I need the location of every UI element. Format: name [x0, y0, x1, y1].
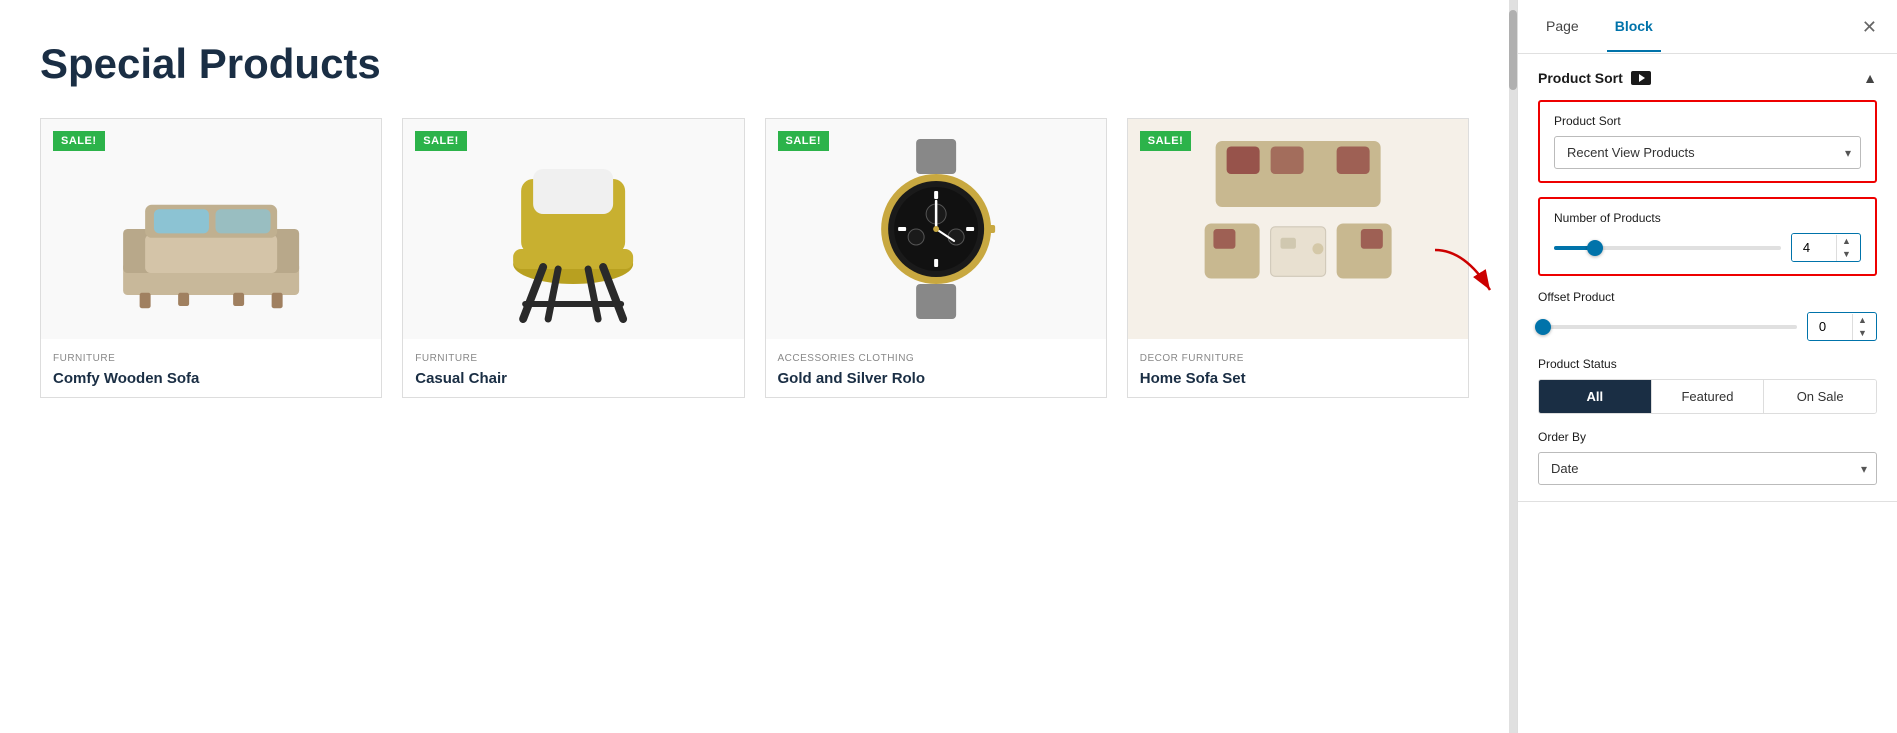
- tab-page[interactable]: Page: [1538, 2, 1587, 52]
- product-image-wrapper: SALE!: [766, 119, 1106, 339]
- product-sort-red-box: Product Sort Recent View Products All Pr…: [1538, 100, 1877, 183]
- product-category: DECOR FURNITURE: [1140, 353, 1456, 364]
- sale-badge: SALE!: [53, 131, 105, 151]
- product-name: Casual Chair: [415, 370, 731, 387]
- number-of-products-red-box: Number of Products ▲ ▼: [1538, 197, 1877, 276]
- sale-badge: SALE!: [778, 131, 830, 151]
- offset-slider-wrapper: [1538, 317, 1797, 337]
- status-buttons-group: All Featured On Sale: [1538, 379, 1877, 414]
- number-slider-wrapper: [1554, 238, 1781, 258]
- order-by-label: Order By: [1538, 430, 1877, 444]
- sale-badge: SALE!: [1140, 131, 1192, 151]
- product-sort-section: Product Sort ▲ Product Sort Recent View …: [1518, 54, 1897, 502]
- offset-spinner-up-button[interactable]: ▲: [1853, 314, 1872, 327]
- product-name: Gold and Silver Rolo: [778, 370, 1094, 387]
- product-name: Home Sofa Set: [1140, 370, 1456, 387]
- right-panel: Page Block ✕ Product Sort ▲ Product Sort…: [1517, 0, 1897, 733]
- product-card: SALE!: [1127, 118, 1469, 398]
- product-status-label: Product Status: [1538, 357, 1877, 371]
- products-grid: SALE!: [40, 118, 1469, 398]
- offset-product-block: Offset Product ▲ ▼: [1538, 290, 1877, 341]
- order-by-select-wrapper: Date Price Name Rating ▾: [1538, 452, 1877, 485]
- offset-input[interactable]: [1808, 313, 1852, 340]
- panel-tabs: Page Block ✕: [1518, 0, 1897, 54]
- offset-number-input-wrapper: ▲ ▼: [1807, 312, 1877, 341]
- number-of-products-label: Number of Products: [1554, 211, 1861, 225]
- sale-badge: SALE!: [415, 131, 467, 151]
- offset-spinner-down-button[interactable]: ▼: [1853, 327, 1872, 340]
- product-image-wrapper: SALE!: [41, 119, 381, 339]
- spinner-down-button[interactable]: ▼: [1837, 248, 1856, 261]
- product-status-block: Product Status All Featured On Sale: [1538, 357, 1877, 414]
- product-info: DECOR FURNITURE Home Sofa Set: [1128, 339, 1468, 397]
- status-all-button[interactable]: All: [1539, 380, 1652, 413]
- product-info: FURNITURE Casual Chair: [403, 339, 743, 397]
- status-featured-button[interactable]: Featured: [1652, 380, 1765, 413]
- scrollbar[interactable]: [1509, 0, 1517, 733]
- offset-slider-track: [1538, 325, 1797, 329]
- product-category: FURNITURE: [53, 353, 369, 364]
- offset-slider-thumb[interactable]: [1535, 319, 1551, 335]
- product-image-wrapper: SALE!: [1128, 119, 1468, 339]
- number-input[interactable]: [1792, 234, 1836, 261]
- order-by-select[interactable]: Date Price Name Rating: [1538, 452, 1877, 485]
- offset-slider-row: ▲ ▼: [1538, 312, 1877, 341]
- page-title: Special Products: [40, 40, 1469, 88]
- slider-track: [1554, 246, 1781, 250]
- product-category: FURNITURE: [415, 353, 731, 364]
- product-info: FURNITURE Comfy Wooden Sofa: [41, 339, 381, 397]
- status-on-sale-button[interactable]: On Sale: [1764, 380, 1876, 413]
- product-card: SALE!: [402, 118, 744, 398]
- order-by-block: Order By Date Price Name Rating ▾: [1538, 430, 1877, 485]
- section-title: Product Sort: [1538, 70, 1651, 86]
- section-header: Product Sort ▲: [1538, 70, 1877, 86]
- number-slider-row: ▲ ▼: [1554, 233, 1861, 262]
- product-sort-label: Product Sort: [1554, 114, 1861, 128]
- product-info: ACCESSORIES CLOTHING Gold and Silver Rol…: [766, 339, 1106, 397]
- product-category: ACCESSORIES CLOTHING: [778, 353, 1094, 364]
- product-card: SALE!: [40, 118, 382, 398]
- number-input-wrapper: ▲ ▼: [1791, 233, 1861, 262]
- spinner-up-button[interactable]: ▲: [1837, 235, 1856, 248]
- spinner-buttons: ▲ ▼: [1836, 235, 1856, 261]
- offset-spinner-buttons: ▲ ▼: [1852, 314, 1872, 340]
- close-button[interactable]: ✕: [1862, 18, 1877, 36]
- product-image-wrapper: SALE!: [403, 119, 743, 339]
- video-icon: [1631, 71, 1651, 85]
- offset-label: Offset Product: [1538, 290, 1877, 304]
- tab-block[interactable]: Block: [1607, 2, 1661, 52]
- product-card: SALE!: [765, 118, 1107, 398]
- product-sort-select-wrapper: Recent View Products All Products Featur…: [1554, 136, 1861, 169]
- chevron-up-icon[interactable]: ▲: [1863, 70, 1877, 86]
- product-name: Comfy Wooden Sofa: [53, 370, 369, 387]
- product-sort-select[interactable]: Recent View Products All Products Featur…: [1554, 136, 1861, 169]
- scrollbar-thumb[interactable]: [1509, 10, 1517, 90]
- slider-thumb[interactable]: [1587, 240, 1603, 256]
- main-content: Special Products SALE!: [0, 0, 1509, 733]
